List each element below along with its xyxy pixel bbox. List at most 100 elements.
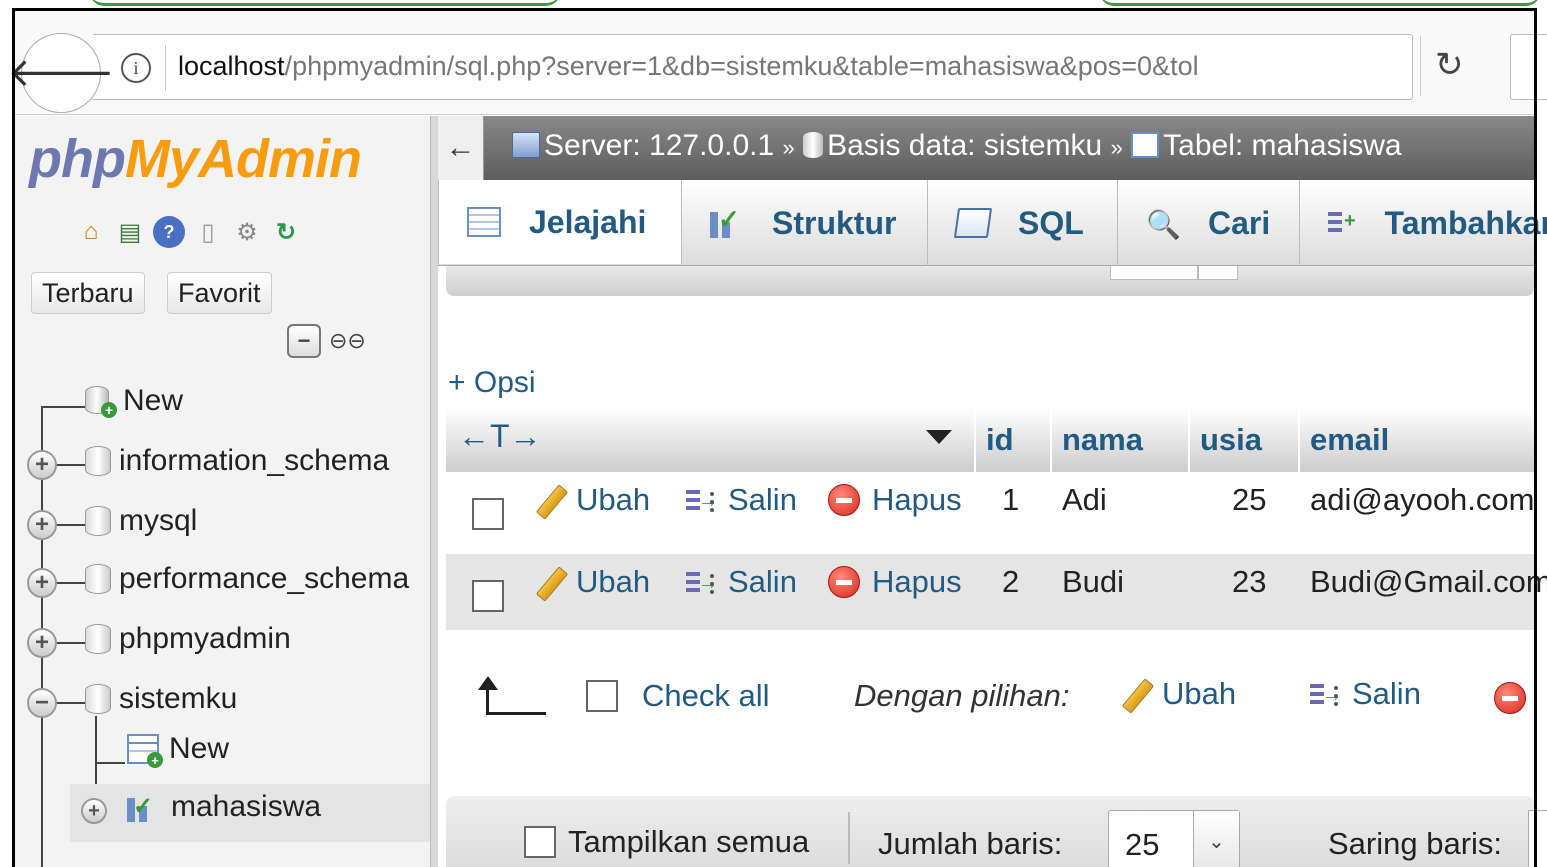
reload-icon[interactable]: ↻ xyxy=(270,216,302,248)
database-icon xyxy=(803,132,824,158)
column-header-email[interactable]: email xyxy=(1298,408,1534,472)
delete-row-link[interactable]: Hapus xyxy=(828,482,962,518)
info-icon[interactable]: i xyxy=(121,53,151,83)
home-icon[interactable]: ⌂ xyxy=(75,216,107,248)
collapse-icon[interactable]: − xyxy=(27,688,57,718)
sql-icon xyxy=(953,208,993,238)
tree-item-sistemku[interactable]: sistemku xyxy=(85,682,237,716)
breadcrumb-table[interactable]: Tabel: mahasiswa xyxy=(1163,129,1401,162)
sort-dropdown-icon[interactable] xyxy=(926,430,952,444)
phpmyadmin-logo[interactable]: phpMyAdmin xyxy=(29,128,362,190)
edit-row-link[interactable]: Ubah xyxy=(534,564,650,600)
tab-insert[interactable]: + Tambahkan xyxy=(1300,180,1547,266)
expand-icon[interactable]: + xyxy=(81,798,107,824)
cell-email[interactable]: Budi@Gmail.com xyxy=(1310,564,1547,600)
options-link[interactable]: + Opsi xyxy=(448,366,536,400)
table-row: Ubah → Salin Hapus 2 Budi 23 Budi@Gmail.c… xyxy=(446,554,1547,630)
column-header-nama[interactable]: nama xyxy=(1050,408,1188,472)
sidebar-resizer[interactable] xyxy=(430,116,438,867)
bulk-delete-button[interactable] xyxy=(1494,682,1538,722)
tab-bar: Jelajahi ✓ Struktur SQL 🔍 Cari + Tambahk… xyxy=(438,180,1547,266)
cell-id[interactable]: 2 xyxy=(1002,564,1019,600)
cell-email[interactable]: adi@ayooh.com xyxy=(1310,482,1534,518)
edit-row-link[interactable]: Ubah xyxy=(534,482,650,518)
breadcrumb-database[interactable]: Basis data: sistemku xyxy=(827,129,1102,162)
cell-nama[interactable]: Adi xyxy=(1062,482,1107,518)
tab-structure[interactable]: ✓ Struktur xyxy=(682,180,928,266)
recent-button[interactable]: Terbaru xyxy=(31,272,145,314)
tab-browse[interactable]: Jelajahi xyxy=(438,180,682,264)
tree-item-performance-schema[interactable]: performance_schema xyxy=(85,562,409,596)
address-bar[interactable]: i localhost/phpmyadmin/sql.php?server=1&… xyxy=(93,34,1413,100)
new-table-icon: + xyxy=(127,734,163,768)
database-icon xyxy=(85,624,111,654)
url-text[interactable]: localhost/phpmyadmin/sql.php?server=1&db… xyxy=(178,51,1268,82)
delete-icon xyxy=(1494,682,1526,714)
tab-sql[interactable]: SQL xyxy=(928,180,1118,266)
bulk-copy-button[interactable]: → Salin xyxy=(1308,676,1421,712)
breadcrumb-server[interactable]: Server: 127.0.0.1 xyxy=(544,129,774,162)
column-resize-arrows[interactable]: ←T→ xyxy=(458,418,542,455)
favorites-button[interactable]: Favorit xyxy=(167,272,272,314)
tree-item-mysql[interactable]: mysql xyxy=(85,504,197,538)
help-icon[interactable]: ? xyxy=(153,216,185,248)
pencil-icon xyxy=(534,564,570,600)
tree-item-phpmyadmin[interactable]: phpmyadmin xyxy=(85,622,291,656)
column-header-id[interactable]: id xyxy=(974,408,1050,472)
cell-usia[interactable]: 25 xyxy=(1232,482,1266,518)
collapse-all-icon[interactable]: − xyxy=(287,324,321,358)
tab-search[interactable]: 🔍 Cari xyxy=(1118,180,1300,266)
arrow-up-left-icon xyxy=(476,676,546,718)
structure-icon: ✓ xyxy=(710,204,744,238)
gear-icon[interactable]: ⚙ xyxy=(231,216,263,248)
search-icon: 🔍 xyxy=(1146,209,1181,240)
bulk-edit-button[interactable]: Ubah xyxy=(1120,676,1236,712)
copy-row-link[interactable]: → Salin xyxy=(684,482,797,518)
tree-item-new-table[interactable]: + New xyxy=(127,732,229,768)
breadcrumb: ← Server: 127.0.0.1 » Basis data: sistem… xyxy=(438,116,1534,180)
cell-nama[interactable]: Budi xyxy=(1062,564,1124,600)
database-icon xyxy=(85,684,111,714)
copy-icon: → xyxy=(684,566,718,598)
filter-rows-input[interactable] xyxy=(1528,810,1547,867)
docs-icon[interactable]: ▯ xyxy=(192,216,224,248)
tree-item-new[interactable]: + New xyxy=(85,384,183,418)
rows-per-page-select[interactable]: 25 ⌄ xyxy=(1108,810,1240,867)
link-icon[interactable]: ⊖⊖ xyxy=(329,328,366,354)
expand-icon[interactable]: + xyxy=(27,510,57,540)
search-input[interactable] xyxy=(1510,34,1547,100)
copy-icon: → xyxy=(684,484,718,516)
server-icon xyxy=(512,132,540,158)
cell-id[interactable]: 1 xyxy=(1002,482,1019,518)
row-checkbox[interactable] xyxy=(472,580,504,612)
arrow-left-icon: 🡐 xyxy=(7,51,115,95)
chevron-down-icon: ⌄ xyxy=(1193,811,1239,867)
with-selected-label: Dengan pilihan: xyxy=(854,678,1070,713)
expand-icon[interactable]: + xyxy=(27,568,57,598)
collapse-sidebar-icon[interactable]: ← xyxy=(438,116,484,180)
expand-icon[interactable]: + xyxy=(27,628,57,658)
check-all-link[interactable]: Check all xyxy=(642,678,770,714)
tree-item-information-schema[interactable]: information_schema xyxy=(85,444,389,478)
delete-icon xyxy=(828,484,860,516)
cell-usia[interactable]: 23 xyxy=(1232,564,1266,600)
show-all-checkbox[interactable] xyxy=(524,826,556,858)
row-checkbox[interactable] xyxy=(472,498,504,530)
window-top-edge xyxy=(0,0,1547,8)
database-icon xyxy=(85,564,111,594)
check-all-checkbox[interactable] xyxy=(586,680,618,712)
tree-item-mahasiswa[interactable]: ✓ mahasiswa xyxy=(127,790,321,824)
expand-icon[interactable]: + xyxy=(27,450,57,480)
show-all-label[interactable]: Tampilkan semua xyxy=(568,824,809,860)
copy-row-link[interactable]: → Salin xyxy=(684,564,797,600)
filter-rows-label: Saring baris: xyxy=(1328,826,1503,861)
reload-icon[interactable]: ↻ xyxy=(1435,45,1464,85)
database-icon xyxy=(85,446,111,476)
logout-icon[interactable]: ▤ xyxy=(114,216,146,248)
back-button[interactable]: 🡐 xyxy=(7,33,115,113)
delete-row-link[interactable]: Hapus xyxy=(828,564,962,600)
browser-toolbar: i localhost/phpmyadmin/sql.php?server=1&… xyxy=(7,11,1547,115)
delete-icon xyxy=(828,566,860,598)
column-header-usia[interactable]: usia xyxy=(1188,408,1298,472)
browse-icon xyxy=(467,207,501,237)
